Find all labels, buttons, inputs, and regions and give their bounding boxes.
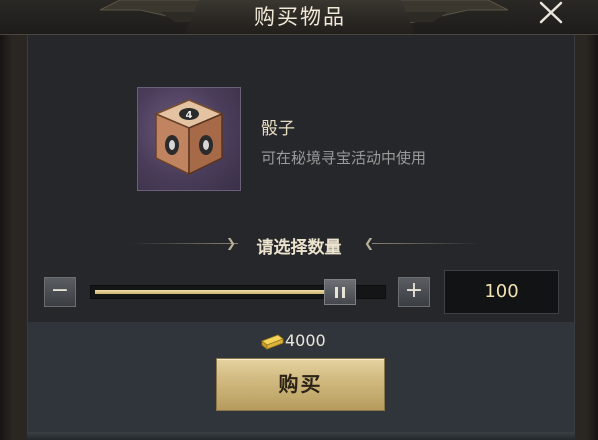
divider-right — [372, 243, 480, 244]
dice-icon: 4 — [154, 99, 224, 176]
minus-icon: − — [50, 278, 70, 303]
quantity-title: 请选择数量 — [256, 238, 342, 258]
dice-face-label: 4 — [186, 110, 193, 121]
close-icon — [539, 1, 563, 24]
price-amount: 4000 — [285, 331, 326, 350]
item-name: 骰子 — [261, 119, 295, 139]
close-button[interactable] — [536, 0, 566, 26]
dialog-title: 购买物品 — [254, 5, 346, 29]
item-icon-frame: 4 — [137, 87, 241, 191]
item-description: 可在秘境寻宝活动中使用 — [261, 149, 427, 167]
dialog-header: 购买物品 — [0, 0, 598, 35]
slider-handle[interactable] — [324, 279, 356, 305]
purchase-screen: 购买物品 4 骰子 可在秘境寻宝活动中使用 ❯ 请选择数量 ❮ − + 100 … — [0, 0, 598, 440]
decrease-button[interactable]: − — [44, 277, 76, 307]
slider-fill — [95, 290, 355, 294]
increase-button[interactable]: + — [398, 277, 430, 307]
plus-icon: + — [404, 278, 424, 303]
buy-button[interactable]: 购买 — [216, 358, 385, 411]
quantity-input[interactable]: 100 — [444, 270, 559, 314]
grip-bar-icon — [342, 287, 345, 298]
grip-bar-icon — [335, 287, 338, 298]
gold-ingot-icon — [261, 334, 284, 350]
dialog-bottom-edge — [27, 432, 575, 440]
